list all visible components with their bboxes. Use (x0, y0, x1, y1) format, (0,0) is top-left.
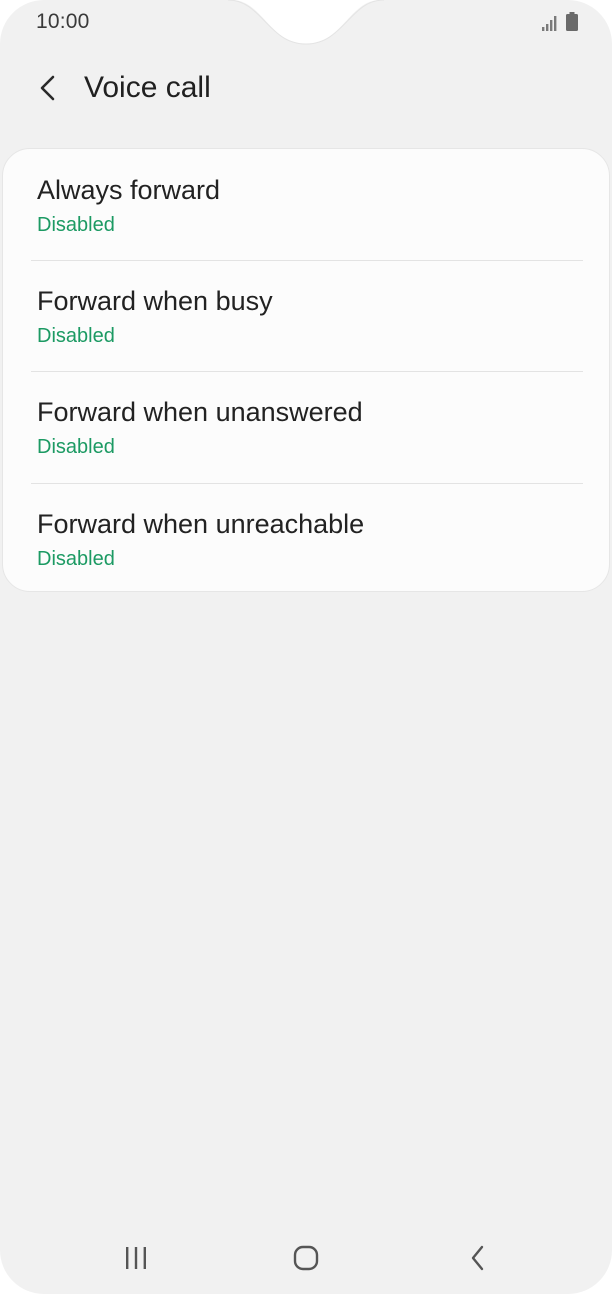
item-title: Always forward (37, 175, 221, 205)
status-time: 10:00 (36, 10, 90, 33)
home-icon (293, 1245, 319, 1271)
call-forwarding-list: Always forward Disabled Forward when bus… (2, 148, 610, 592)
nav-back-icon (471, 1245, 484, 1271)
nav-back-button[interactable] (454, 1234, 502, 1282)
list-item-forward-when-unreachable[interactable]: Forward when unreachable Disabled (3, 483, 611, 594)
list-item-forward-when-unanswered[interactable]: Forward when unanswered Disabled (3, 371, 611, 482)
item-status: Disabled (37, 214, 115, 236)
status-icons (542, 12, 578, 31)
recents-button[interactable] (112, 1234, 160, 1282)
recents-icon (126, 1247, 146, 1269)
item-title: Forward when unreachable (37, 509, 365, 539)
home-button[interactable] (282, 1234, 330, 1282)
item-title: Forward when unanswered (37, 397, 363, 427)
item-status: Disabled (37, 436, 115, 458)
back-arrow-icon (40, 75, 55, 101)
back-button[interactable] (28, 68, 68, 108)
navigation-bar (0, 1222, 612, 1294)
battery-icon (566, 12, 578, 31)
phone-screen: 10:00 Voice call Always forward Disabled (0, 0, 612, 1294)
item-status: Disabled (37, 325, 115, 347)
item-title: Forward when busy (37, 286, 273, 316)
item-status: Disabled (37, 548, 115, 570)
camera-notch (0, 0, 612, 45)
list-item-always-forward[interactable]: Always forward Disabled (3, 149, 611, 260)
signal-icon (542, 16, 557, 31)
page-title: Voice call (84, 71, 211, 104)
list-item-forward-when-busy[interactable]: Forward when busy Disabled (3, 260, 611, 371)
app-header: Voice call (0, 60, 612, 120)
